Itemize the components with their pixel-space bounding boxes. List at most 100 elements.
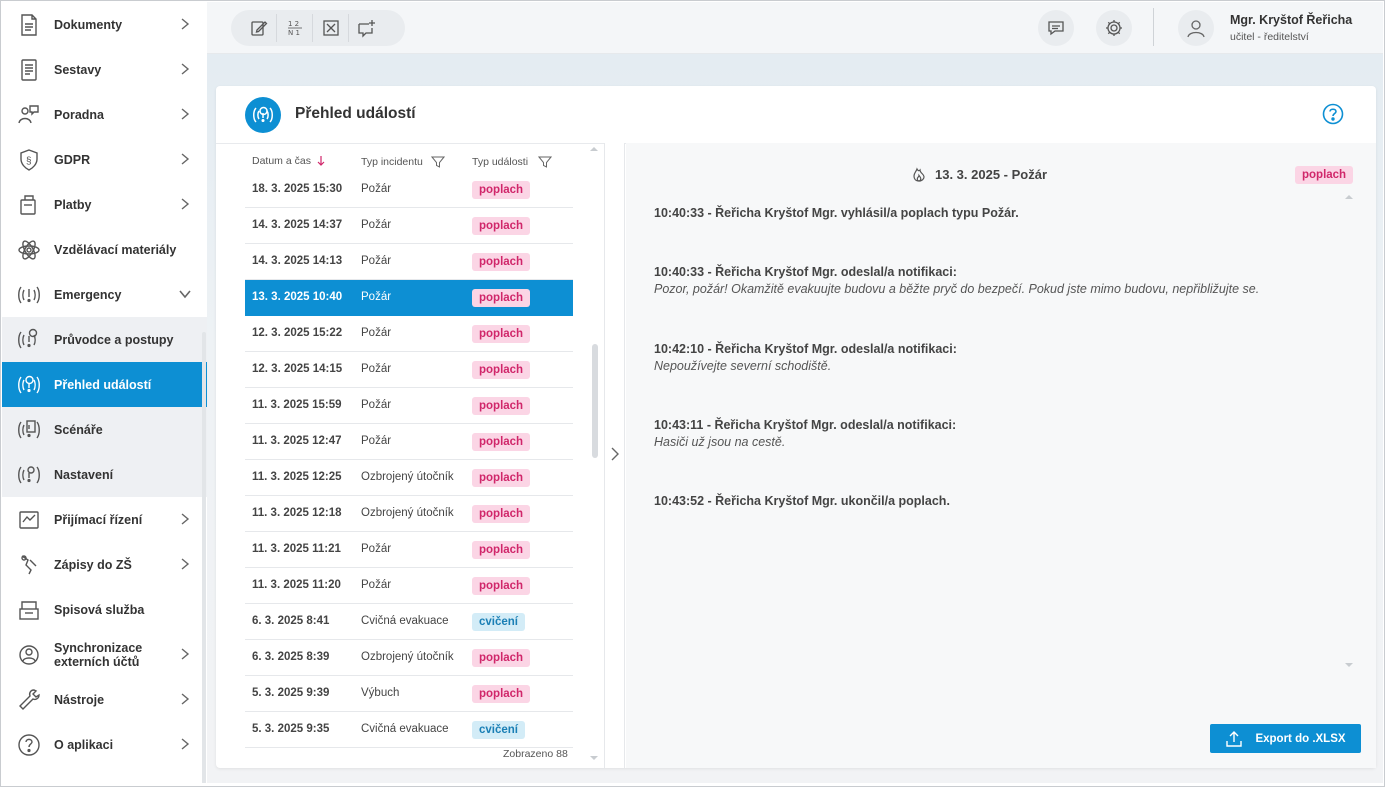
table-row[interactable]: 11. 3. 2025 15:59 Požár poplach (245, 388, 573, 424)
help-icon[interactable] (1322, 103, 1344, 125)
chevron-right-icon[interactable] (178, 647, 192, 661)
sort-down-icon[interactable] (316, 155, 326, 167)
wrench-icon (16, 687, 42, 713)
chevron-right-icon (181, 153, 190, 165)
incident-type: Požár (361, 579, 392, 591)
question-icon (16, 732, 42, 758)
scroll-up-icon[interactable] (589, 145, 599, 153)
table-row[interactable]: 14. 3. 2025 14:13 Požár poplach (245, 244, 573, 280)
table-row[interactable]: 13. 3. 2025 10:40 Požár poplach (245, 280, 573, 316)
sidebar-item-nástroje[interactable]: Nástroje (2, 677, 207, 722)
chat-button[interactable] (1038, 10, 1074, 46)
table-row[interactable]: 11. 3. 2025 11:20 Požár poplach (245, 568, 573, 604)
scroll-up-icon[interactable] (1344, 193, 1354, 201)
event-datetime: 12. 3. 2025 15:22 (252, 327, 343, 339)
table-row[interactable]: 5. 3. 2025 9:35 Cvičná evakuace cvičení (245, 712, 573, 748)
shown-count: Zobrazeno 88 (503, 748, 568, 760)
incident-type: Výbuch (361, 687, 400, 699)
sidebar-item-spisová-služba[interactable]: Spisová služba (2, 587, 207, 632)
chevron-right-icon[interactable] (178, 62, 192, 76)
column-header-event[interactable]: Typ události (472, 155, 553, 169)
sidebar-item-gdpr[interactable]: § GDPR (2, 137, 207, 182)
edit-icon[interactable] (241, 14, 277, 42)
chevron-right-icon[interactable] (178, 107, 192, 121)
scroll-down-icon[interactable] (589, 754, 599, 762)
table-row[interactable]: 12. 3. 2025 14:15 Požár poplach (245, 352, 573, 388)
enrollment-icon (16, 552, 42, 578)
event-type-badge: poplach (472, 325, 531, 343)
chevron-right-icon[interactable] (178, 512, 192, 526)
event-datetime: 11. 3. 2025 11:21 (252, 543, 341, 555)
table-row[interactable]: 6. 3. 2025 8:39 Ozbrojený útočník poplach (245, 640, 573, 676)
sidebar-item-vzdělávací-materiály[interactable]: Vzdělávací materiály (2, 227, 207, 272)
sidebar-item-synchronizace-externích-účtů[interactable]: Synchronizace externích účtů (2, 632, 207, 677)
detail-scrollbar[interactable] (1344, 193, 1354, 671)
chevron-right-icon[interactable] (178, 17, 192, 31)
sidebar-item-o-aplikaci[interactable]: O aplikaci (2, 722, 207, 767)
sidebar: Dokumenty Sestavy Poradna § GDPR Platby Vzdělá… (2, 2, 207, 783)
sidebar-item-emergency[interactable]: Emergency (2, 272, 207, 317)
chevron-right-icon[interactable] (607, 445, 623, 463)
incident-type: Požár (361, 363, 392, 375)
table-row[interactable]: 5. 3. 2025 9:39 Výbuch poplach (245, 676, 573, 712)
sidebar-item-přehled-událostí[interactable]: Přehled událostí (2, 362, 207, 407)
filter-icon[interactable] (538, 155, 553, 169)
sidebar-item-label: O aplikaci (54, 737, 114, 752)
table-row[interactable]: 11. 3. 2025 12:25 Ozbrojený útočník poplac… (245, 460, 573, 496)
add-comment-icon[interactable] (349, 14, 385, 42)
close-box-icon[interactable] (313, 14, 349, 42)
chevron-right-icon (181, 648, 190, 660)
user-name[interactable]: Mgr. Kryštof Řeřicha (1230, 13, 1352, 27)
scroll-down-icon[interactable] (1344, 661, 1354, 669)
chevron-right-icon[interactable] (178, 152, 192, 166)
chevron-right-icon (181, 198, 190, 210)
table-row[interactable]: 18. 3. 2025 15:30 Požár poplach (245, 172, 573, 208)
emergency-events-icon (245, 97, 281, 133)
chevron-down-icon[interactable] (178, 287, 192, 301)
event-type-badge: poplach (472, 541, 531, 559)
event-type-badge: poplach (472, 217, 531, 235)
sidebar-scrollbar[interactable] (202, 332, 206, 783)
chevron-right-icon[interactable] (178, 197, 192, 211)
events-card: Přehled událostí Datum a čas Typ inciden… (216, 86, 1376, 768)
chevron-right-icon[interactable] (178, 737, 192, 751)
settings-button[interactable] (1096, 10, 1132, 46)
sidebar-item-průvodce-a-postupy[interactable]: Průvodce a postupy (2, 317, 207, 362)
sidebar-item-label: Přijímací řízení (54, 512, 143, 527)
column-header-date[interactable]: Datum a čas (252, 155, 326, 167)
sidebar-item-label: Dokumenty (54, 17, 123, 32)
event-type-badge: poplach (472, 685, 531, 703)
sidebar-item-zápisy-do-zš[interactable]: Zápisy do ZŠ (2, 542, 207, 587)
incident-type: Požár (361, 219, 392, 231)
incident-type: Požár (361, 543, 392, 555)
sidebar-item-přijímací-řízení[interactable]: Přijímací řízení (2, 497, 207, 542)
chevron-right-icon[interactable] (178, 557, 192, 571)
svg-text:N 1: N 1 (288, 29, 300, 37)
filter-icon[interactable] (430, 155, 445, 169)
table-row[interactable]: 6. 3. 2025 8:41 Cvičná evakuace cvičení (245, 604, 573, 640)
chevron-right-icon[interactable] (178, 692, 192, 706)
event-type-badge: poplach (472, 397, 531, 415)
table-row[interactable]: 11. 3. 2025 12:18 Ozbrojený útočník poplac… (245, 496, 573, 532)
svg-text:§: § (26, 156, 32, 167)
table-row[interactable]: 14. 3. 2025 14:37 Požár poplach (245, 208, 573, 244)
export-xlsx-button[interactable]: Export do .XLSX (1210, 724, 1361, 753)
table-row[interactable]: 11. 3. 2025 12:47 Požár poplach (245, 424, 573, 460)
sidebar-item-sestavy[interactable]: Sestavy (2, 47, 207, 92)
event-type-badge: poplach (472, 469, 531, 487)
event-log-message: Nepoužívejte severní schodiště. (654, 359, 832, 373)
emergency-guide-icon (16, 327, 42, 353)
table-row[interactable]: 11. 3. 2025 11:21 Požár poplach (245, 532, 573, 568)
sidebar-item-dokumenty[interactable]: Dokumenty (2, 2, 207, 47)
sidebar-item-scénáře[interactable]: Scénáře (2, 407, 207, 452)
column-header-incident[interactable]: Typ incidentu (361, 155, 445, 169)
gear-icon (1106, 20, 1122, 36)
avatar[interactable] (1178, 10, 1214, 46)
numbering-icon[interactable]: 1 2N 1 (277, 14, 313, 42)
sidebar-item-poradna[interactable]: Poradna (2, 92, 207, 137)
sidebar-item-platby[interactable]: Platby (2, 182, 207, 227)
list-scroll-thumb[interactable] (592, 344, 598, 458)
sidebar-item-nastavení[interactable]: Nastavení (2, 452, 207, 497)
incident-type: Požár (361, 399, 392, 411)
table-row[interactable]: 12. 3. 2025 15:22 Požár poplach (245, 316, 573, 352)
